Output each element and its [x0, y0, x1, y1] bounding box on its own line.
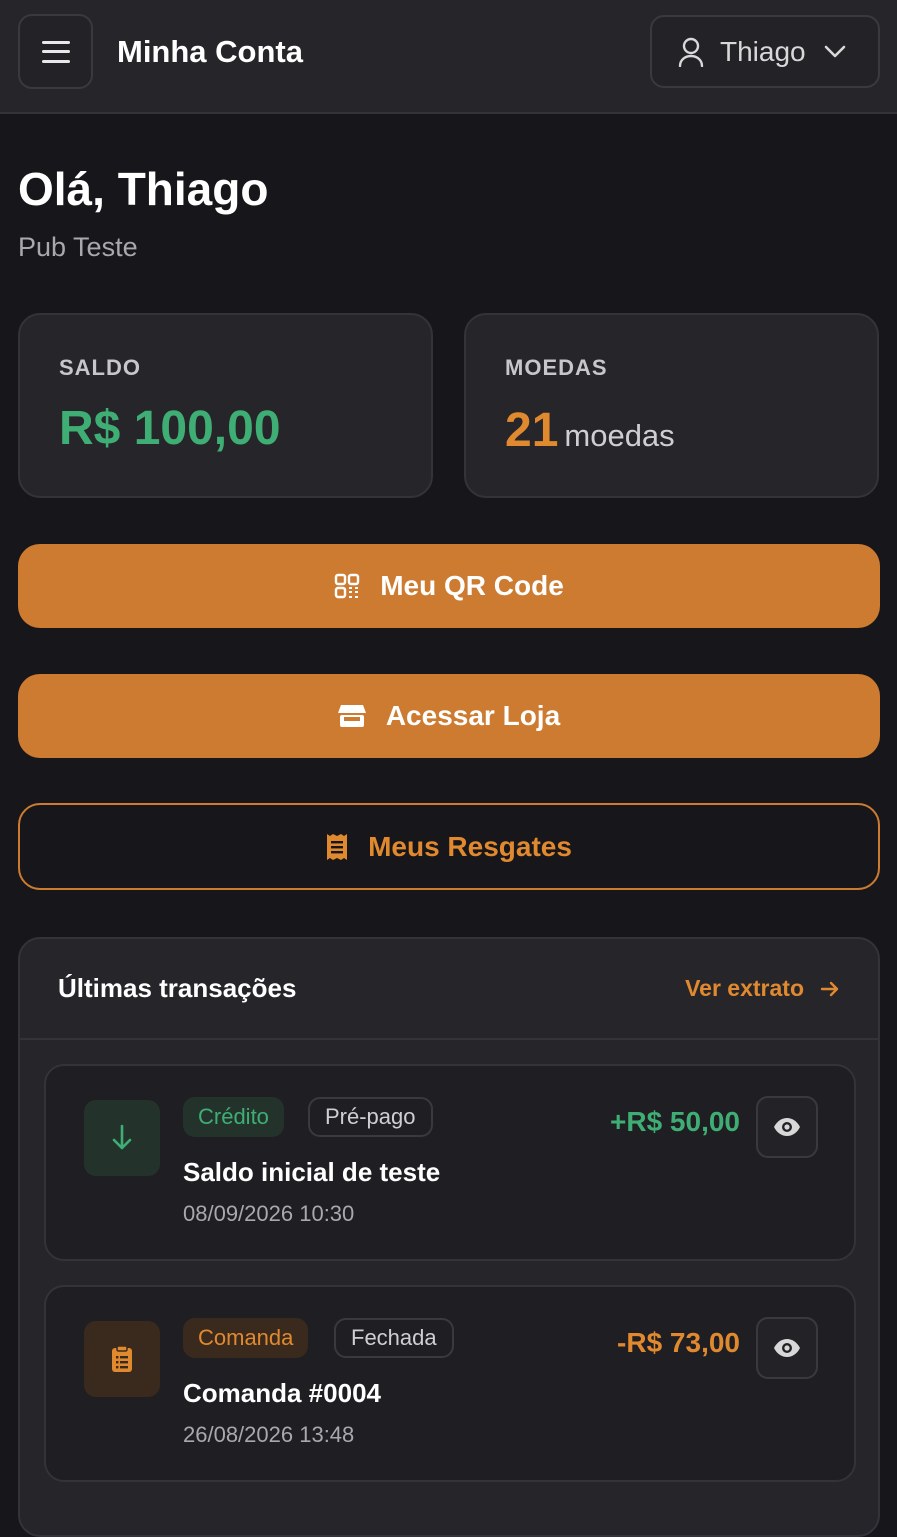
user-menu-button[interactable]: Thiago — [650, 15, 880, 88]
transaction-amount: +R$ 50,00 — [610, 1106, 740, 1137]
transaction-name: Comanda #0004 — [183, 1378, 381, 1408]
greeting-title: Olá, Thiago — [18, 163, 269, 215]
qr-code-icon — [334, 573, 360, 599]
status-tag: Pré-pago — [308, 1097, 433, 1137]
redemptions-label: Meus Resgates — [368, 830, 572, 862]
store-icon — [337, 703, 366, 729]
transaction-amount: -R$ 73,00 — [617, 1327, 740, 1358]
balance-value: R$ 100,00 — [59, 402, 281, 455]
view-transaction-button[interactable] — [756, 1317, 818, 1379]
eye-icon — [774, 1118, 800, 1136]
transaction-date: 26/08/2026 13:48 — [183, 1422, 355, 1447]
user-icon — [678, 37, 704, 67]
store-label: Acessar Loja — [385, 700, 561, 731]
redemptions-button[interactable]: Meus Resgates — [18, 803, 880, 890]
venue-name: Pub Teste — [18, 232, 138, 262]
top-bar: Minha Conta Thiago — [0, 0, 897, 114]
coins-value: 21 — [505, 404, 559, 457]
transaction-name: Saldo inicial de teste — [183, 1157, 441, 1187]
user-name: Thiago — [720, 35, 806, 67]
status-tag: Fechada — [334, 1318, 454, 1358]
type-tag: Comanda — [183, 1318, 309, 1358]
qr-code-label: Meu QR Code — [380, 570, 564, 601]
transactions-panel: Últimas transações Ver extrato Crédito P… — [18, 937, 880, 1537]
app-title: Minha Conta — [117, 34, 303, 69]
arrow-right-icon — [820, 981, 839, 996]
store-button[interactable]: Acessar Loja — [18, 674, 880, 758]
transaction-item[interactable]: Crédito Pré-pago Saldo inicial de teste … — [44, 1064, 856, 1261]
arrow-down-icon — [84, 1100, 160, 1176]
coins-label: MOEDAS — [505, 355, 608, 380]
transaction-item[interactable]: Comanda Fechada Comanda #0004 26/08/2026… — [44, 1285, 856, 1482]
transactions-title: Últimas transações — [58, 973, 297, 1003]
transaction-date: 08/09/2026 10:30 — [183, 1201, 355, 1226]
type-tag: Crédito — [183, 1097, 284, 1137]
eye-icon — [774, 1339, 800, 1357]
hamburger-icon — [41, 40, 70, 63]
coins-unit: moedas — [564, 418, 675, 453]
view-statement-label: Ver extrato — [685, 975, 804, 1001]
transactions-header: Últimas transações Ver extrato — [20, 939, 878, 1040]
coins-value-row: 21 moedas — [505, 403, 675, 458]
balance-label: SALDO — [59, 355, 141, 380]
menu-button[interactable] — [18, 14, 93, 89]
coins-card: MOEDAS 21 moedas — [464, 313, 879, 498]
view-transaction-button[interactable] — [756, 1096, 818, 1158]
chevron-down-icon — [824, 45, 845, 57]
view-statement-link[interactable]: Ver extrato — [685, 975, 840, 1002]
qr-code-button[interactable]: Meu QR Code — [18, 544, 880, 628]
clipboard-icon — [84, 1321, 160, 1397]
receipt-icon — [326, 833, 348, 861]
balance-card: SALDO R$ 100,00 — [18, 313, 433, 498]
